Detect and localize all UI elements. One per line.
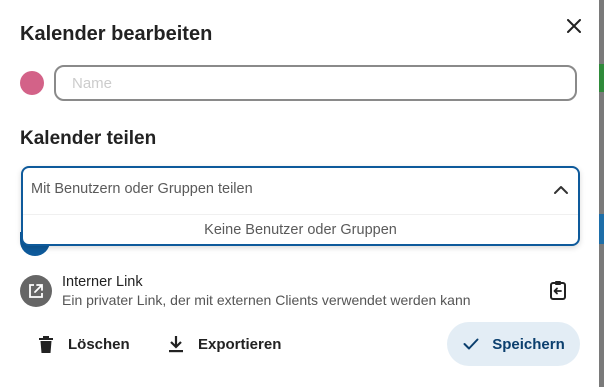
save-button[interactable]: Speichern — [447, 322, 580, 366]
close-button[interactable] — [560, 12, 588, 40]
share-section-title: Kalender teilen — [20, 128, 157, 149]
export-label: Exportieren — [198, 335, 282, 353]
external-link-icon — [20, 275, 52, 307]
delete-button[interactable]: Löschen — [36, 322, 130, 366]
check-icon — [462, 335, 480, 353]
share-search-select[interactable]: Mit Benutzern oder Gruppen teilen Keine … — [21, 166, 580, 246]
internal-link-row: Interner Link Ein privater Link, der mit… — [20, 272, 575, 312]
dialog-title: Kalender bearbeiten — [20, 23, 213, 45]
delete-label: Löschen — [68, 335, 130, 353]
share-search-input[interactable]: Mit Benutzern oder Gruppen teilen — [31, 181, 253, 197]
export-button[interactable]: Exportieren — [166, 322, 281, 366]
dropdown-empty-message: Keine Benutzer oder Gruppen — [204, 222, 397, 238]
clipboard-copy-icon — [550, 281, 566, 300]
calendar-name-input[interactable] — [54, 65, 577, 101]
dropdown-divider — [23, 214, 578, 215]
calendar-color-picker[interactable] — [20, 71, 44, 95]
copy-link-button[interactable] — [546, 278, 570, 302]
edit-calendar-dialog: Kalender bearbeiten Kalender teilen Mit … — [0, 0, 599, 387]
internal-link-title: Interner Link — [62, 274, 143, 290]
download-icon — [166, 334, 186, 354]
chevron-up-icon[interactable] — [551, 180, 571, 200]
trash-icon — [36, 334, 56, 354]
close-icon — [567, 19, 581, 33]
external-link-icon — [29, 284, 43, 298]
internal-link-description: Ein privater Link, der mit externen Clie… — [62, 292, 471, 308]
save-label: Speichern — [492, 335, 565, 353]
